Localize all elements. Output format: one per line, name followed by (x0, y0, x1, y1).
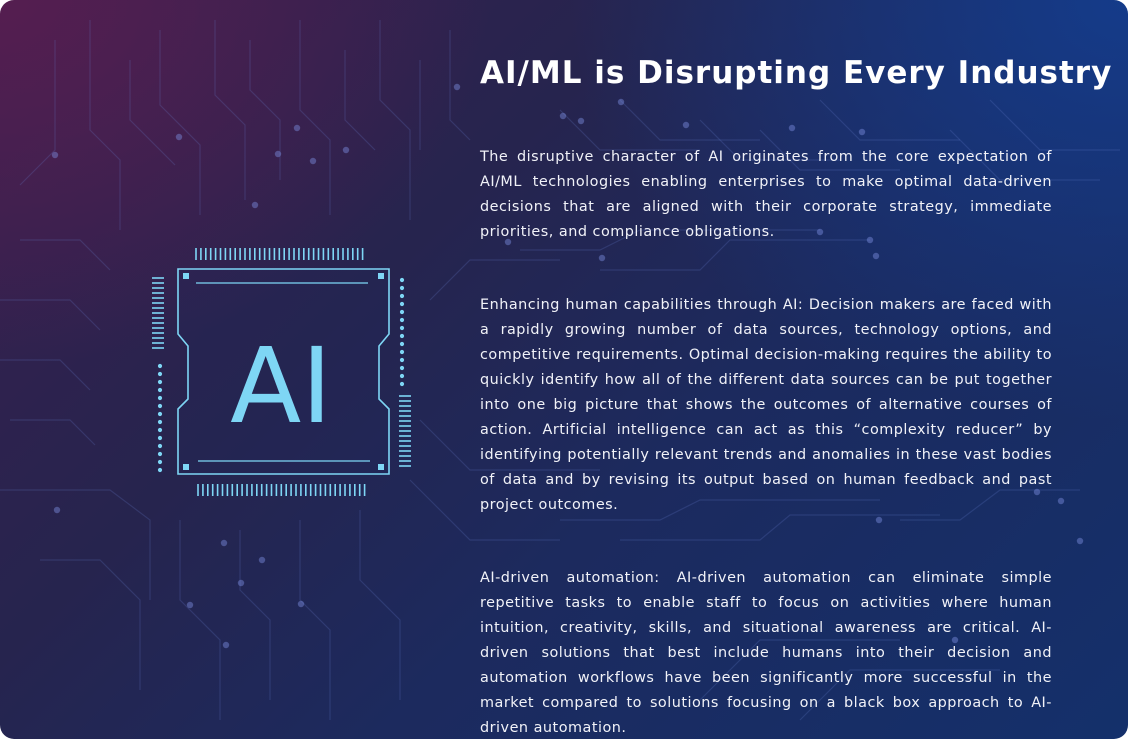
chip-dot (399, 301, 405, 307)
chip-corner-tl (183, 273, 189, 279)
chip-corner-br (378, 464, 384, 470)
chip-dot (157, 427, 163, 433)
circuit-trace (359, 510, 401, 700)
chip-corner-tr (378, 273, 384, 279)
chip-dot (399, 333, 405, 339)
circuit-node (258, 556, 266, 564)
chip-dots-left (157, 363, 163, 473)
chip-dot (399, 293, 405, 299)
chip-dot (399, 349, 405, 355)
chip-dot (157, 419, 163, 425)
chip-dot (399, 317, 405, 323)
circuit-node (220, 539, 228, 547)
hero-card: AI AI/ML is Disrupting Every Industry Th… (0, 0, 1128, 739)
chip-dot (399, 365, 405, 371)
circuit-trace (89, 20, 121, 230)
circuit-trace (239, 530, 271, 700)
circuit-node (274, 150, 282, 158)
chip-dot (157, 411, 163, 417)
circuit-trace (449, 30, 471, 141)
circuit-node (1057, 497, 1065, 505)
chip-dot (157, 387, 163, 393)
circuit-trace (249, 40, 281, 180)
page-title: AI/ML is Disrupting Every Industry (480, 55, 1113, 91)
circuit-node (186, 601, 194, 609)
chip-dot (157, 435, 163, 441)
circuit-trace (0, 489, 151, 600)
paragraph-human-capabilities: Enhancing human capabilities through AI:… (480, 297, 1052, 513)
circuit-trace (214, 20, 246, 200)
content-section: AI/ML is Disrupting Every Industry The d… (480, 48, 1113, 739)
chip-pins-top (195, 248, 364, 260)
circuit-trace (344, 50, 376, 151)
circuit-node (175, 133, 183, 141)
circuit-trace (10, 419, 96, 446)
circuit-node (297, 600, 305, 608)
circuit-trace (19, 40, 56, 186)
chip-dot (157, 467, 163, 473)
circuit-trace (20, 239, 111, 271)
circuit-trace (159, 30, 201, 215)
chip-pins-bottom (197, 484, 366, 496)
circuit-node (293, 124, 301, 132)
circuit-node (51, 151, 59, 159)
chip-label: AI (230, 325, 332, 447)
circuit-trace (40, 559, 141, 690)
paragraph-automation: AI-driven automation: AI-driven automati… (480, 570, 1052, 736)
ai-chip-illustration: AI (152, 248, 411, 496)
circuit-node (237, 579, 245, 587)
circuit-node (342, 146, 350, 154)
chip-dot (399, 325, 405, 331)
chip-dot (399, 285, 405, 291)
chip-dot (399, 341, 405, 347)
circuit-trace (299, 520, 331, 720)
chip-dot (399, 357, 405, 363)
chip-dot (157, 395, 163, 401)
chip-dot (157, 371, 163, 377)
chip-dot (157, 451, 163, 457)
chip-dot (399, 373, 405, 379)
chip-dot (157, 443, 163, 449)
chip-dot (399, 277, 405, 283)
chip-dot (157, 403, 163, 409)
circuit-node (251, 201, 259, 209)
circuit-trace (0, 359, 91, 391)
circuit-trace (0, 299, 101, 331)
chip-dots-right (399, 277, 405, 387)
chip-dot (399, 381, 405, 387)
chip-dot (157, 379, 163, 385)
chip-corner-bl (183, 464, 189, 470)
circuit-trace (379, 20, 411, 220)
chip-dot (157, 363, 163, 369)
circuit-node (309, 157, 317, 165)
circuit-node (1076, 537, 1084, 545)
paragraph-intro: The disruptive character of AI originate… (480, 149, 1052, 240)
chip-pins-right (399, 395, 411, 467)
circuit-trace (299, 20, 331, 215)
circuit-node (53, 506, 61, 514)
circuit-node (453, 83, 461, 91)
circuit-trace (179, 520, 221, 720)
chip-dot (157, 459, 163, 465)
chip-dot (399, 309, 405, 315)
chip-pins-left (152, 277, 164, 349)
circuit-node (222, 641, 230, 649)
